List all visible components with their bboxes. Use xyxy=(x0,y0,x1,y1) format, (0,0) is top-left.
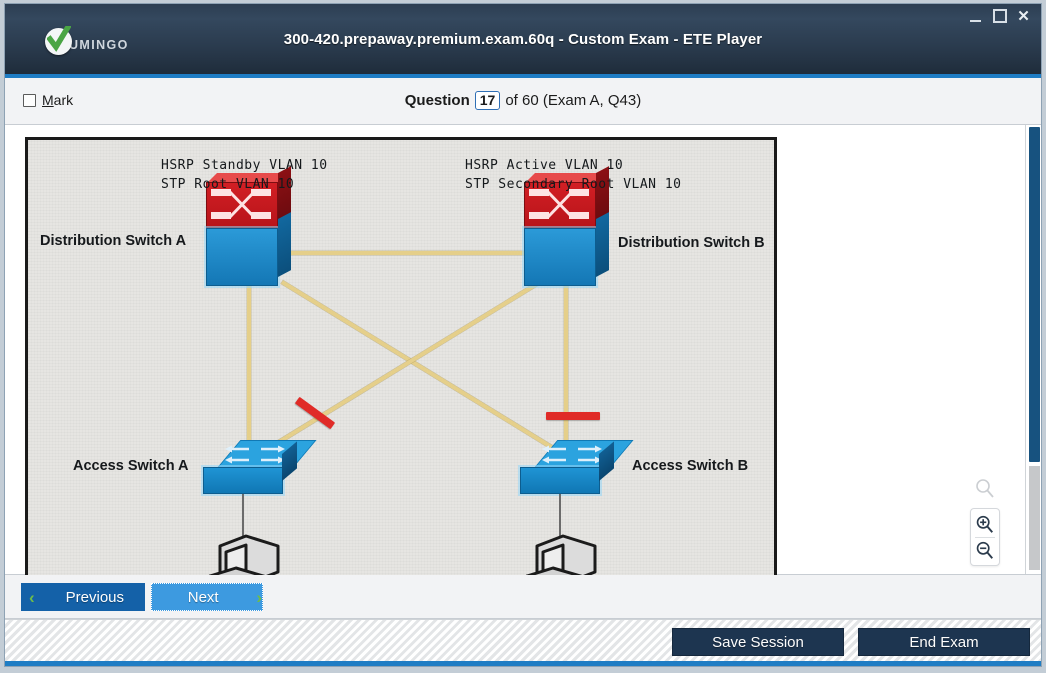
navigation-bar: ‹ Previous Next › Review Show Answer Sho… xyxy=(5,575,1041,619)
maximize-button[interactable] xyxy=(992,8,1007,24)
link-access-a-to-pc-a xyxy=(242,494,244,536)
workstation-b-icon xyxy=(523,532,609,577)
previous-button-label: Previous xyxy=(65,588,125,606)
network-topology-diagram: HSRP Standby VLAN 10 STP Root VLAN 10 HS… xyxy=(25,137,777,577)
access-b-device-label: Access Switch B xyxy=(632,458,749,474)
ete-player-window: UMINGO 300-420.prepaway.premium.exam.60q… xyxy=(0,0,1046,673)
question-counter: Question 17 of 60 (Exam A, Q43) xyxy=(5,91,1041,110)
access-switch-b-icon xyxy=(520,440,634,496)
image-zoom-controls xyxy=(969,478,1001,566)
vumingo-logo: UMINGO xyxy=(45,26,129,55)
content-vertical-scrollbar[interactable] xyxy=(1025,125,1041,574)
checkmark-icon xyxy=(45,26,72,55)
link-dist-a-to-access-b xyxy=(280,280,565,457)
question-number-input[interactable]: 17 xyxy=(474,91,501,110)
link-dist-a-to-dist-b xyxy=(278,251,556,255)
end-exam-button[interactable]: End Exam xyxy=(858,628,1030,656)
window-frame: UMINGO 300-420.prepaway.premium.exam.60q… xyxy=(4,3,1042,667)
save-session-button[interactable]: Save Session xyxy=(672,628,844,656)
distribution-switch-b-icon xyxy=(520,166,612,290)
question-total: of 60 (Exam A, Q43) xyxy=(505,92,642,109)
minimize-button[interactable] xyxy=(968,8,983,24)
link-dist-b-to-access-b xyxy=(564,280,568,458)
link-dist-a-to-access-a xyxy=(247,280,251,458)
dist-a-device-label: Distribution Switch A xyxy=(40,233,187,249)
end-exam-label: End Exam xyxy=(909,633,979,651)
dist-b-device-label: Distribution Switch B xyxy=(618,235,765,251)
save-session-label: Save Session xyxy=(712,633,804,651)
dist-a-note-line1: HSRP Standby VLAN 10 xyxy=(161,158,328,173)
window-title: 300-420.prepaway.premium.exam.60q - Cust… xyxy=(283,31,763,48)
blocked-port-bar-access-b xyxy=(546,412,600,420)
dist-a-note-line2: STP Root VLAN 10 xyxy=(161,177,295,192)
link-dist-b-to-access-a xyxy=(257,280,542,457)
workstation-a-icon xyxy=(206,532,292,577)
zoom-button-group xyxy=(970,508,1000,566)
magnifier-icon xyxy=(974,478,996,505)
distribution-switch-a-icon xyxy=(202,166,294,290)
dist-b-note-line1: HSRP Active VLAN 10 xyxy=(465,158,624,173)
dist-b-note-line2: STP Secondary Root VLAN 10 xyxy=(465,177,682,192)
question-bar: Mark Question 17 of 60 (Exam A, Q43) xyxy=(5,78,1041,125)
zoom-out-button[interactable] xyxy=(971,538,999,563)
network-diagram-image: HSRP Standby VLAN 10 STP Root VLAN 10 HS… xyxy=(25,137,777,577)
scrollbar-thumb[interactable] xyxy=(1029,127,1040,462)
window-controls: ✕ xyxy=(968,8,1031,24)
chevron-left-icon: ‹ xyxy=(29,587,35,607)
close-button[interactable]: ✕ xyxy=(1016,8,1031,24)
close-icon: ✕ xyxy=(1017,7,1030,25)
next-button[interactable]: Next › xyxy=(151,583,263,611)
next-button-label: Next xyxy=(187,588,219,606)
access-switch-a-icon xyxy=(203,440,317,496)
previous-button[interactable]: ‹ Previous xyxy=(21,583,145,611)
link-access-b-to-pc-b xyxy=(559,494,561,536)
access-a-device-label: Access Switch A xyxy=(73,458,189,474)
zoom-in-button[interactable] xyxy=(971,512,999,537)
title-bar: UMINGO 300-420.prepaway.premium.exam.60q… xyxy=(5,4,1041,78)
status-bar: Save Session End Exam xyxy=(5,619,1041,666)
question-content-pane: HSRP Standby VLAN 10 STP Root VLAN 10 HS… xyxy=(5,125,1041,577)
chevron-right-icon: › xyxy=(256,587,262,607)
question-word: Question xyxy=(404,92,470,109)
logo-wordmark: UMINGO xyxy=(69,38,129,52)
scrollbar-lower-track[interactable] xyxy=(1029,466,1040,570)
